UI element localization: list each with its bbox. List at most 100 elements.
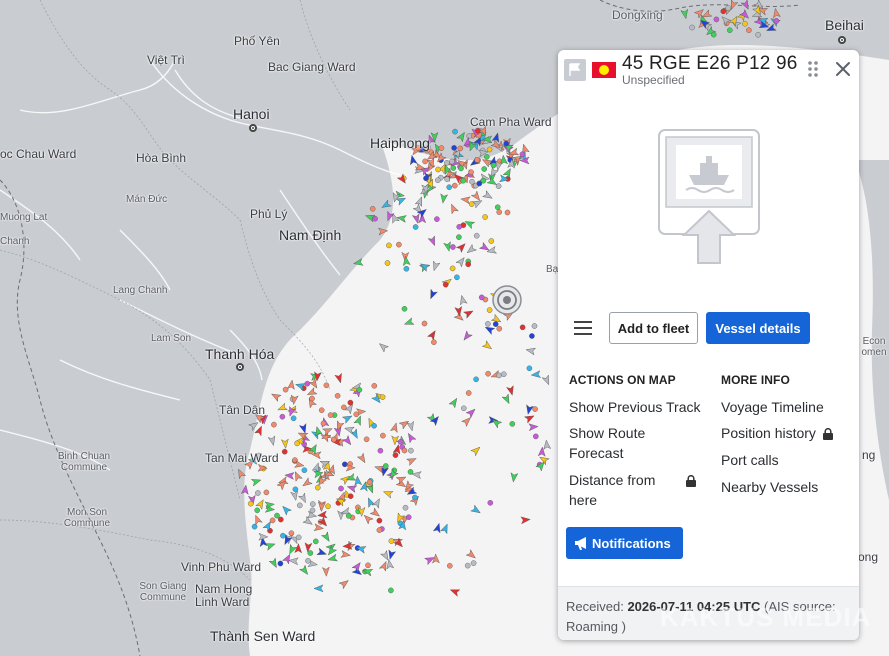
vessel-marker[interactable] [468,169,474,175]
vessel-marker[interactable] [288,530,295,537]
vessel-marker[interactable] [481,166,488,172]
vessel-marker[interactable] [452,128,458,135]
vessel-marker[interactable] [727,27,733,34]
vessel-marker[interactable] [314,484,321,491]
vessel-marker[interactable] [318,407,325,414]
vessel-marker[interactable] [478,294,485,301]
vessel-marker[interactable] [495,183,502,189]
vessel-marker[interactable] [458,165,464,172]
vessel-marker[interactable] [334,392,341,399]
vessel-marker[interactable] [386,242,392,249]
vessel-marker[interactable] [713,16,720,23]
show-route-forecast-link[interactable]: Show Route Forecast [569,423,679,463]
vessel-marker[interactable] [519,324,526,331]
vessel-marker[interactable] [531,323,538,329]
vessel-marker[interactable] [294,440,300,447]
vessel-marker[interactable] [519,151,526,158]
vessel-details-button[interactable]: Vessel details [706,312,810,344]
vessel-marker[interactable] [496,209,503,215]
vessel-marker[interactable] [503,140,510,147]
vessel-marker[interactable] [451,145,457,151]
vessel-marker[interactable] [473,232,480,239]
vessel-marker[interactable] [371,382,378,389]
vessel-marker[interactable] [305,558,311,564]
vessel-marker[interactable] [456,234,462,240]
drag-handle-icon[interactable] [806,60,820,78]
vessel-marker[interactable] [307,550,314,556]
vessel-marker[interactable] [396,241,402,248]
vessel-marker[interactable] [492,321,499,327]
vessel-marker[interactable] [341,404,347,411]
vessel-marker[interactable] [325,503,331,510]
vessel-marker[interactable] [397,438,404,445]
vessel-marker[interactable] [486,146,493,153]
vessel-marker[interactable] [435,166,441,173]
vessel-marker[interactable] [309,395,315,402]
vessel-marker[interactable] [379,394,386,400]
vessel-marker[interactable] [296,502,303,509]
vessel-marker[interactable] [526,365,533,372]
vessel-marker[interactable] [279,413,286,420]
notifications-button[interactable]: Notifications [566,527,683,559]
vessel-marker[interactable] [292,486,299,493]
distance-from-here-link[interactable]: Distance from here [569,470,669,510]
vessel-marker[interactable] [384,260,391,266]
vessel-marker[interactable] [312,538,319,545]
vessel-marker[interactable] [451,182,458,189]
vessel-marker[interactable] [450,165,457,171]
vessel-marker[interactable] [456,223,463,230]
vessel-marker[interactable] [363,436,370,443]
vessel-marker[interactable] [485,321,491,327]
vessel-marker[interactable] [301,467,308,474]
vessel-marker[interactable] [371,422,377,429]
vessel-marker[interactable] [327,412,334,418]
vessel-marker[interactable] [271,421,277,428]
vessel-marker[interactable] [773,18,780,24]
vessel-marker[interactable] [323,382,330,389]
vessel-marker[interactable] [247,500,254,507]
vessel-marker[interactable] [421,320,428,327]
vessel-marker[interactable] [422,158,428,165]
vessel-marker[interactable] [485,370,491,377]
vessel-marker[interactable] [449,265,456,272]
vessel-marker[interactable] [490,162,497,169]
vessel-marker[interactable] [504,209,511,216]
vessel-marker[interactable] [496,372,502,379]
vessel-marker[interactable] [388,587,394,594]
vessel-marker[interactable] [487,499,494,506]
close-icon[interactable] [834,60,852,78]
vessel-marker[interactable] [255,490,261,496]
vessel-marker[interactable] [446,184,453,190]
vessel-marker[interactable] [470,560,477,566]
vessel-marker[interactable] [401,447,408,454]
vessel-marker[interactable] [347,399,354,406]
vessel-marker[interactable] [446,563,453,569]
vessel-marker[interactable] [392,452,399,458]
vessel-marker[interactable] [449,158,455,165]
vessel-marker[interactable] [496,325,503,332]
vessel-marker[interactable] [474,157,480,163]
vessel-marker[interactable] [438,145,445,151]
vessel-marker[interactable] [469,178,475,185]
vessel-marker[interactable] [388,538,395,544]
vessel-marker[interactable] [720,8,727,15]
menu-icon[interactable] [573,320,593,336]
vessel-marker[interactable] [281,448,288,455]
vessel-marker[interactable] [488,238,495,244]
vessel-marker[interactable] [372,215,378,222]
vessel-marker[interactable] [689,24,695,31]
vessel-marker[interactable] [473,376,479,383]
vessel-marker[interactable] [408,447,414,454]
voyage-timeline-link[interactable]: Voyage Timeline [721,397,824,417]
vessel-marker[interactable] [460,177,467,184]
vessel-marker[interactable] [376,527,383,533]
vessel-marker[interactable] [465,261,472,268]
vessel-marker[interactable] [353,411,360,418]
vessel-marker[interactable] [476,180,483,187]
vessel-marker[interactable] [434,177,441,183]
vessel-marker[interactable] [755,32,761,38]
vessel-marker[interactable] [338,485,344,492]
vessel-marker[interactable] [347,493,354,500]
vessel-marker[interactable] [356,387,363,393]
vessel-marker[interactable] [274,512,280,519]
